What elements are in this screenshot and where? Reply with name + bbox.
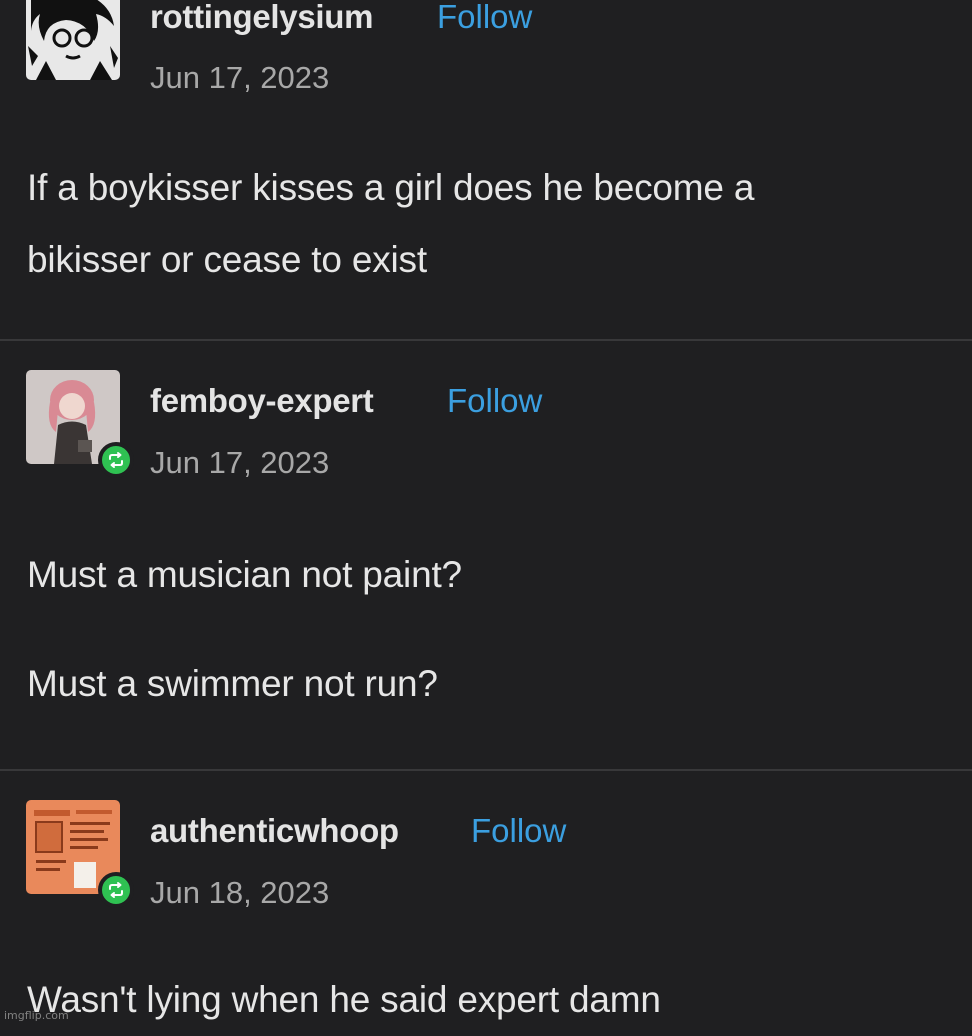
reblog-icon (109, 882, 123, 898)
post-authenticwhoop: authenticwhoop Follow Jun 18, 2023 Wasn'… (0, 772, 972, 1024)
post-rottingelysium: rottingelysium Follow Jun 17, 2023 If a … (0, 0, 972, 340)
post-body-line: Wasn't lying when he said expert damn (27, 979, 661, 1020)
post-date: Jun 17, 2023 (150, 445, 330, 480)
post-body-line: If a boykisser kisses a girl does he bec… (27, 167, 755, 208)
post-body-line: bikisser or cease to exist (27, 239, 427, 280)
follow-button[interactable]: Follow (447, 382, 542, 420)
sketch-face-avatar-icon (26, 0, 120, 80)
watermark: imgflip.com (4, 1009, 69, 1022)
username[interactable]: femboy-expert (150, 382, 374, 420)
post-divider (0, 339, 972, 341)
post-date: Jun 17, 2023 (150, 60, 330, 95)
avatar[interactable] (26, 800, 134, 908)
avatar[interactable] (26, 0, 120, 80)
avatar[interactable] (26, 370, 134, 478)
follow-button[interactable]: Follow (437, 0, 532, 36)
post-body-line: Must a musician not paint? (27, 554, 462, 595)
reblog-badge (98, 442, 134, 478)
post-body: Wasn't lying when he said expert damn (27, 964, 661, 1036)
post-divider (0, 769, 972, 771)
reblog-badge (98, 872, 134, 908)
post-body: If a boykisser kisses a girl does he bec… (27, 152, 754, 296)
follow-button[interactable]: Follow (471, 812, 566, 850)
post-body: Must a musician not paint? Must a swimme… (27, 539, 462, 720)
post-body-line: Must a swimmer not run? (27, 663, 438, 704)
reblog-icon (109, 452, 123, 468)
username[interactable]: authenticwhoop (150, 812, 399, 850)
post-date: Jun 18, 2023 (150, 875, 330, 910)
username[interactable]: rottingelysium (150, 0, 373, 36)
post-femboy-expert: femboy-expert Follow Jun 17, 2023 Must a… (0, 342, 972, 768)
